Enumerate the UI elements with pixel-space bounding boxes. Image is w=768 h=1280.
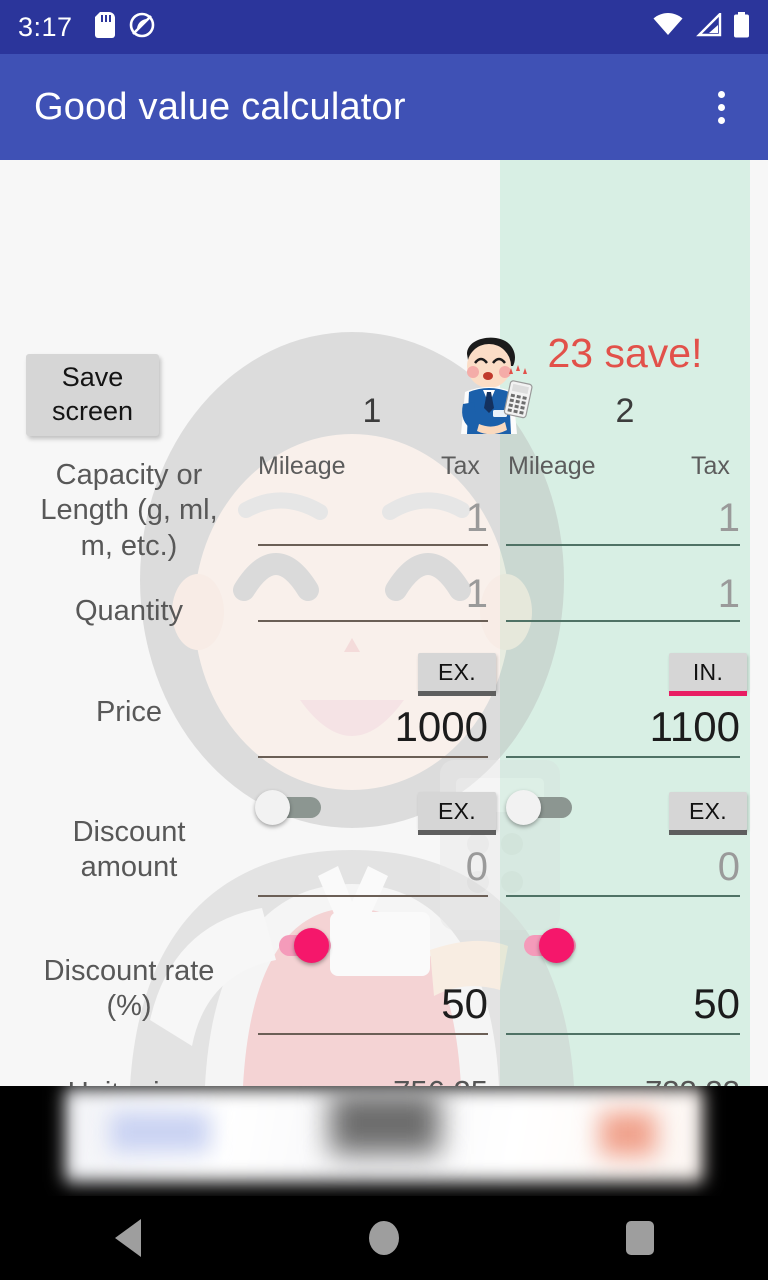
calculator-content: Save screen 23 save! 1 2 Mileage Tax Mil…: [0, 160, 768, 1086]
discount-amount-underline-col2: [506, 895, 740, 897]
calculator-grid: Save screen 23 save! 1 2 Mileage Tax Mil…: [0, 160, 768, 1086]
status-bar: 3:17: [0, 0, 768, 54]
ad-banner[interactable]: [0, 1086, 768, 1196]
discount-amount-input-col1[interactable]: 0: [260, 845, 488, 890]
capacity-input-col2[interactable]: 1: [508, 496, 740, 541]
column-2-number: 2: [615, 392, 635, 430]
quantity-underline-col2: [506, 620, 740, 622]
column-1-number: 1: [362, 392, 382, 430]
status-bar-right-icons: [653, 10, 750, 43]
capacity-length-label: Capacity or Length (g, ml, m, etc.): [6, 458, 252, 564]
ad-blob-orange: [600, 1112, 656, 1156]
back-icon: [115, 1219, 141, 1257]
column-2-tax-label: Tax: [691, 452, 730, 480]
page-title: Good value calculator: [34, 85, 406, 128]
ad-fade-left: [0, 1086, 72, 1196]
overflow-menu-icon[interactable]: [704, 80, 738, 134]
quantity-input-col1[interactable]: 1: [260, 572, 488, 617]
discount-rate-underline-col1: [258, 1033, 488, 1035]
back-button[interactable]: [73, 1196, 183, 1280]
price-tax-mode-indicator-col1: [418, 691, 496, 696]
discount-amount-tax-mode-indicator-col2: [669, 830, 747, 835]
capacity-underline-col2: [506, 544, 740, 546]
discount-rate-input-col2[interactable]: 50: [508, 980, 740, 1028]
save-screen-label-line2: screen: [51, 396, 134, 426]
price-underline-col1: [258, 756, 488, 758]
discount-amount-tax-mode-button-col1[interactable]: EX.: [418, 792, 496, 830]
phone-screen: 3:17 Good value calculator Save screen 2…: [0, 0, 768, 1280]
status-bar-clock: 3:17: [18, 11, 73, 42]
unit-price-value-col2: 733.33: [508, 1074, 740, 1086]
quantity-input-col2[interactable]: 1: [508, 572, 740, 617]
discount-amount-switch-col2[interactable]: [506, 788, 574, 826]
price-underline-col2: [506, 756, 740, 758]
wifi-icon: [653, 12, 683, 42]
recents-button[interactable]: [585, 1196, 695, 1280]
price-input-col1[interactable]: 1000: [260, 703, 488, 751]
price-label: Price: [95, 696, 163, 728]
battery-icon: [733, 11, 750, 43]
status-bar-left-icons: [94, 11, 155, 43]
capacity-input-col1[interactable]: 1: [260, 496, 488, 541]
price-tax-mode-button-col2[interactable]: IN.: [669, 653, 747, 691]
home-button[interactable]: [329, 1196, 439, 1280]
column-1-mileage-label: Mileage: [258, 452, 346, 480]
switch-knob: [539, 928, 574, 963]
no-location-icon: [129, 12, 155, 43]
unit-price-label: Unit price: [6, 1076, 252, 1086]
discount-amount-tax-mode-indicator-col1: [418, 830, 496, 835]
discount-amount-underline-col1: [258, 895, 488, 897]
switch-knob: [506, 790, 541, 825]
quantity-label: Quantity: [75, 595, 183, 627]
save-screen-label-line1: Save: [61, 362, 124, 393]
ad-fade-right: [696, 1086, 768, 1196]
discount-amount-label: Discount amount: [6, 815, 252, 886]
savings-banner: 23 save!: [547, 330, 703, 376]
switch-knob: [294, 928, 329, 963]
discount-rate-label: Discount rate (%): [6, 954, 252, 1025]
sd-card-icon: [94, 11, 115, 43]
discount-amount-label-line1: Discount: [72, 816, 186, 848]
price-tax-mode-button-col1[interactable]: EX.: [418, 653, 496, 691]
discount-rate-input-col1[interactable]: 50: [260, 980, 488, 1028]
ad-blob-dark: [330, 1092, 440, 1154]
system-navigation-bar: [0, 1196, 768, 1280]
price-tax-mode-indicator-col2: [669, 691, 747, 696]
unit-price-value-col1: 756.25: [260, 1074, 488, 1086]
discount-rate-underline-col2: [506, 1033, 740, 1035]
discount-rate-switch-col1[interactable]: [267, 926, 333, 964]
recents-icon: [626, 1221, 654, 1255]
switch-knob: [255, 790, 290, 825]
column-1-tax-label: Tax: [441, 452, 480, 480]
capacity-underline-col1: [258, 544, 488, 546]
capacity-length-label-line3: m, etc.): [80, 529, 178, 562]
column-2-mileage-label: Mileage: [508, 452, 596, 480]
discount-amount-tax-mode-button-col2[interactable]: EX.: [669, 792, 747, 830]
discount-rate-switch-col2[interactable]: [512, 926, 578, 964]
capacity-length-label-line1: Capacity or: [55, 459, 203, 491]
app-bar: Good value calculator: [0, 54, 768, 160]
discount-rate-label-line2: (%): [106, 990, 152, 1023]
discount-rate-label-line1: Discount rate: [43, 955, 215, 987]
cell-signal-icon: [694, 10, 722, 42]
discount-amount-label-line2: amount: [80, 851, 178, 884]
discount-amount-input-col2[interactable]: 0: [508, 845, 740, 890]
home-icon: [369, 1221, 399, 1255]
discount-amount-switch-col1[interactable]: [255, 788, 323, 826]
capacity-length-label-line2: Length (g, ml,: [40, 494, 218, 527]
ad-blob-blue: [110, 1112, 210, 1152]
quantity-underline-col1: [258, 620, 488, 622]
price-input-col2[interactable]: 1100: [508, 703, 740, 751]
save-screen-button[interactable]: Save screen: [26, 354, 159, 436]
